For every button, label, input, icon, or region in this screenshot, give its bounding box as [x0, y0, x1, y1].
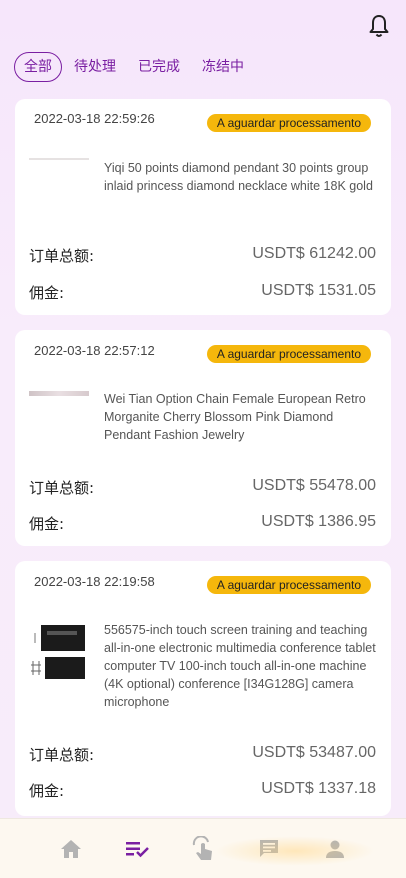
product-title: Yiqi 50 points diamond pendant 30 points…	[104, 161, 373, 193]
order-time: 2022-03-18 22:57:12	[34, 343, 155, 358]
commission-label: 佣金:	[29, 284, 65, 302]
commission-value: USDT$ 1531.05	[261, 282, 376, 299]
user-icon[interactable]	[321, 835, 349, 863]
order-total-label: 订单总额:	[29, 247, 95, 265]
status-badge: A aguardar processamento	[206, 114, 371, 132]
status-badge: A aguardar processamento	[206, 576, 371, 594]
bottom-navigation	[0, 818, 406, 878]
commission-label: 佣金:	[29, 782, 65, 800]
order-card[interactable]: 2022-03-18 22:59:26 A aguardar processam…	[15, 99, 391, 315]
order-card[interactable]: 2022-03-18 22:19:58 A aguardar processam…	[15, 561, 391, 816]
order-filter-tabs: 全部 待处理 已完成 冻结中	[14, 52, 256, 82]
commission-value: USDT$ 1386.95	[261, 513, 376, 530]
tab-all[interactable]: 全部	[14, 52, 62, 82]
commission-value: USDT$ 1337.18	[261, 780, 376, 797]
order-time: 2022-03-18 22:19:58	[34, 574, 155, 589]
status-badge: A aguardar processamento	[206, 345, 371, 363]
order-time: 2022-03-18 22:59:26	[34, 111, 155, 126]
tap-hand-icon[interactable]	[189, 835, 217, 863]
product-thumbnail	[29, 621, 89, 683]
chat-icon[interactable]	[255, 835, 283, 863]
order-total-value: USDT$ 53487.00	[252, 744, 376, 761]
tab-completed[interactable]: 已完成	[128, 52, 190, 82]
home-icon[interactable]	[57, 835, 85, 863]
order-total-value: USDT$ 55478.00	[252, 477, 376, 494]
product-title: 556575-inch touch screen training and te…	[104, 623, 376, 709]
notification-bell-icon[interactable]	[368, 14, 390, 38]
order-total-label: 订单总额:	[29, 479, 95, 497]
tab-frozen[interactable]: 冻结中	[192, 52, 254, 82]
orders-list-icon[interactable]	[123, 835, 151, 863]
order-total-value: USDT$ 61242.00	[252, 245, 376, 262]
product-thumbnail	[29, 391, 89, 396]
product-title: Wei Tian Option Chain Female European Re…	[104, 392, 366, 442]
order-total-label: 订单总额:	[29, 746, 95, 764]
product-thumbnail	[29, 158, 89, 161]
tab-pending[interactable]: 待处理	[64, 52, 126, 82]
commission-label: 佣金:	[29, 515, 65, 533]
order-card[interactable]: 2022-03-18 22:57:12 A aguardar processam…	[15, 330, 391, 546]
